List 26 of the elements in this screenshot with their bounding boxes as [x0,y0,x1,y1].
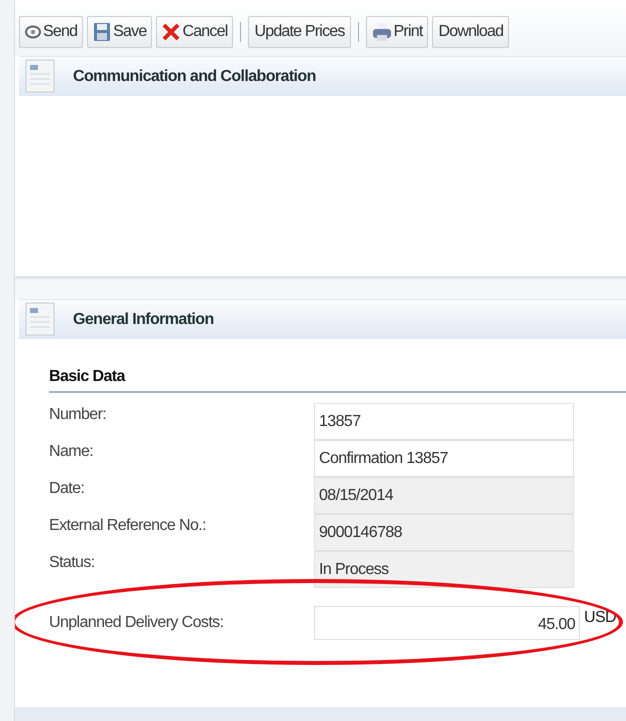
send-icon [25,25,41,39]
document-icon [25,302,55,336]
toolbar-button[interactable]: Send [19,16,84,48]
input-field[interactable]: Confirmation 13857 [314,440,574,477]
printer-icon [372,22,392,42]
input-field[interactable]: 9000146788 [314,514,574,551]
field-label: Unplanned Delivery Costs: [49,613,224,633]
toolbar-button[interactable]: Update Prices [248,16,351,48]
input-field[interactable]: 45.00 [314,606,580,640]
cancel-icon [162,23,180,41]
panel-title: Communication and Collaboration [73,66,316,86]
toolbar-button[interactable]: Cancel [156,16,234,48]
toolbar-button[interactable]: Print [366,16,428,48]
toolbar-button[interactable]: Save [87,16,152,48]
input-field[interactable]: 13857 [314,403,574,440]
field-label: Status: [49,553,96,573]
input-field[interactable]: In Process [314,551,574,588]
field-label: Name: [49,442,94,462]
input-field[interactable]: 08/15/2014 [314,477,574,514]
field-label: External Reference No.: [49,516,207,536]
field-label: Date: [49,479,86,499]
field-label: Number: [49,405,108,425]
section-title: Basic Data [49,365,626,393]
document-icon [25,59,55,93]
panel-title: General Information [73,310,214,330]
toolbar-button[interactable]: Download [432,16,510,48]
